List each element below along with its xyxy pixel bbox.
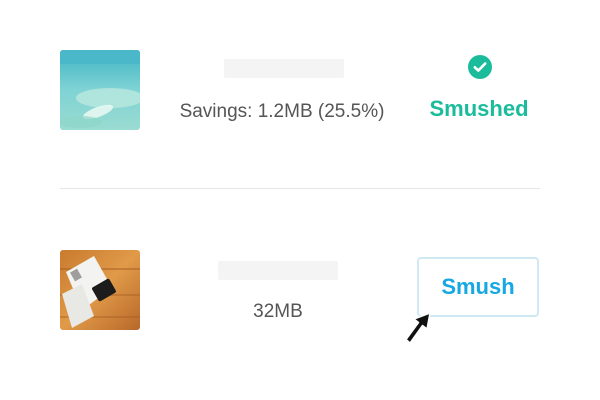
beach-thumbnail	[60, 50, 140, 130]
check-circle-icon	[468, 55, 492, 79]
smush-button[interactable]: Smush	[417, 257, 539, 317]
smushed-status: Smushed	[429, 96, 529, 121]
file-size-text: 32MB	[253, 301, 303, 322]
desk-thumbnail	[60, 250, 140, 330]
savings-text: Savings: 1.2MB (25.5%)	[179, 101, 385, 122]
mouse-pointer-icon	[405, 312, 431, 344]
row-divider	[60, 188, 540, 189]
filename-placeholder	[224, 59, 344, 78]
filename-placeholder	[218, 261, 338, 280]
